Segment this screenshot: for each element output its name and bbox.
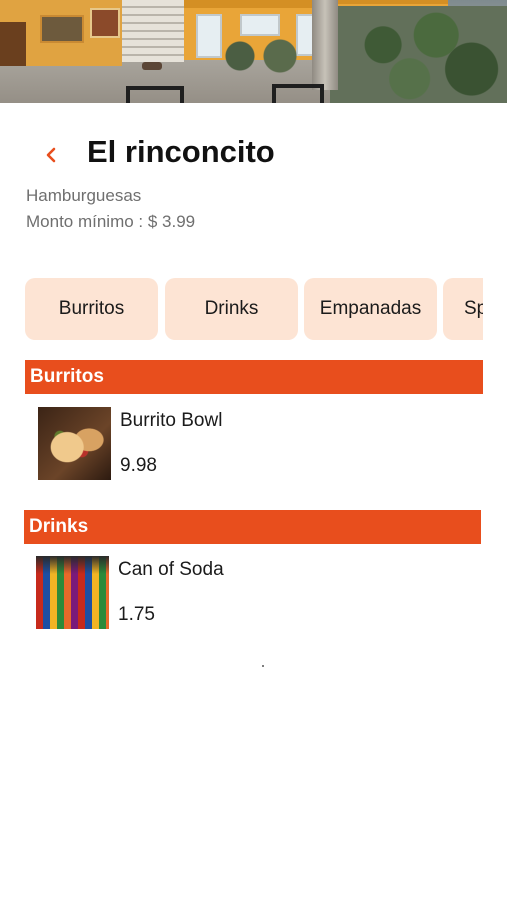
tab-drinks[interactable]: Drinks [165,278,298,340]
restaurant-category: Hamburguesas [26,186,142,205]
menu-item-burrito-bowl[interactable]: Burrito Bowl 9.98 [25,407,483,485]
burrito-bowl-photo [38,407,111,480]
section-header-drinks: Drinks [24,510,481,544]
hero-chair [272,84,324,103]
hero-tree-trunk [312,0,338,90]
tab-empanadas[interactable]: Empanadas [304,278,437,340]
hero-door [0,22,26,66]
tab-burritos[interactable]: Burritos [25,278,158,340]
hero-plants [210,38,310,74]
back-button[interactable] [36,140,66,170]
tab-sp[interactable]: Sp [443,278,483,340]
menu-item-price: 1.75 [118,604,155,625]
hero-window [40,15,84,43]
category-tabs: Burritos Drinks Empanadas Sp [25,278,483,340]
menu-item-name: Burrito Bowl [120,410,223,431]
restaurant-title: El rinconcito [87,134,275,169]
hero-foliage [330,6,507,103]
chevron-left-icon [46,147,56,163]
burrito-bowl-image [38,407,111,480]
hero-window-middle [240,14,280,36]
menu-item-price: 9.98 [120,455,157,476]
restaurant-header: El rinconcito [0,130,507,178]
hero-stairs [122,0,184,62]
hero-chair [126,86,184,103]
minimum-order-amount: Monto mínimo : $ 3.99 [26,212,196,231]
scroll-indicator-dot [262,665,264,667]
menu-item-can-of-soda[interactable]: Can of Soda 1.75 [24,556,482,634]
menu-item-name: Can of Soda [118,559,224,580]
hero-sign [90,8,120,38]
section-header-burritos: Burritos [25,360,483,394]
restaurant-hero-image [0,0,507,103]
soda-bottles-photo [36,556,109,629]
soda-bottles-image [36,556,109,629]
hero-dog [142,62,162,70]
